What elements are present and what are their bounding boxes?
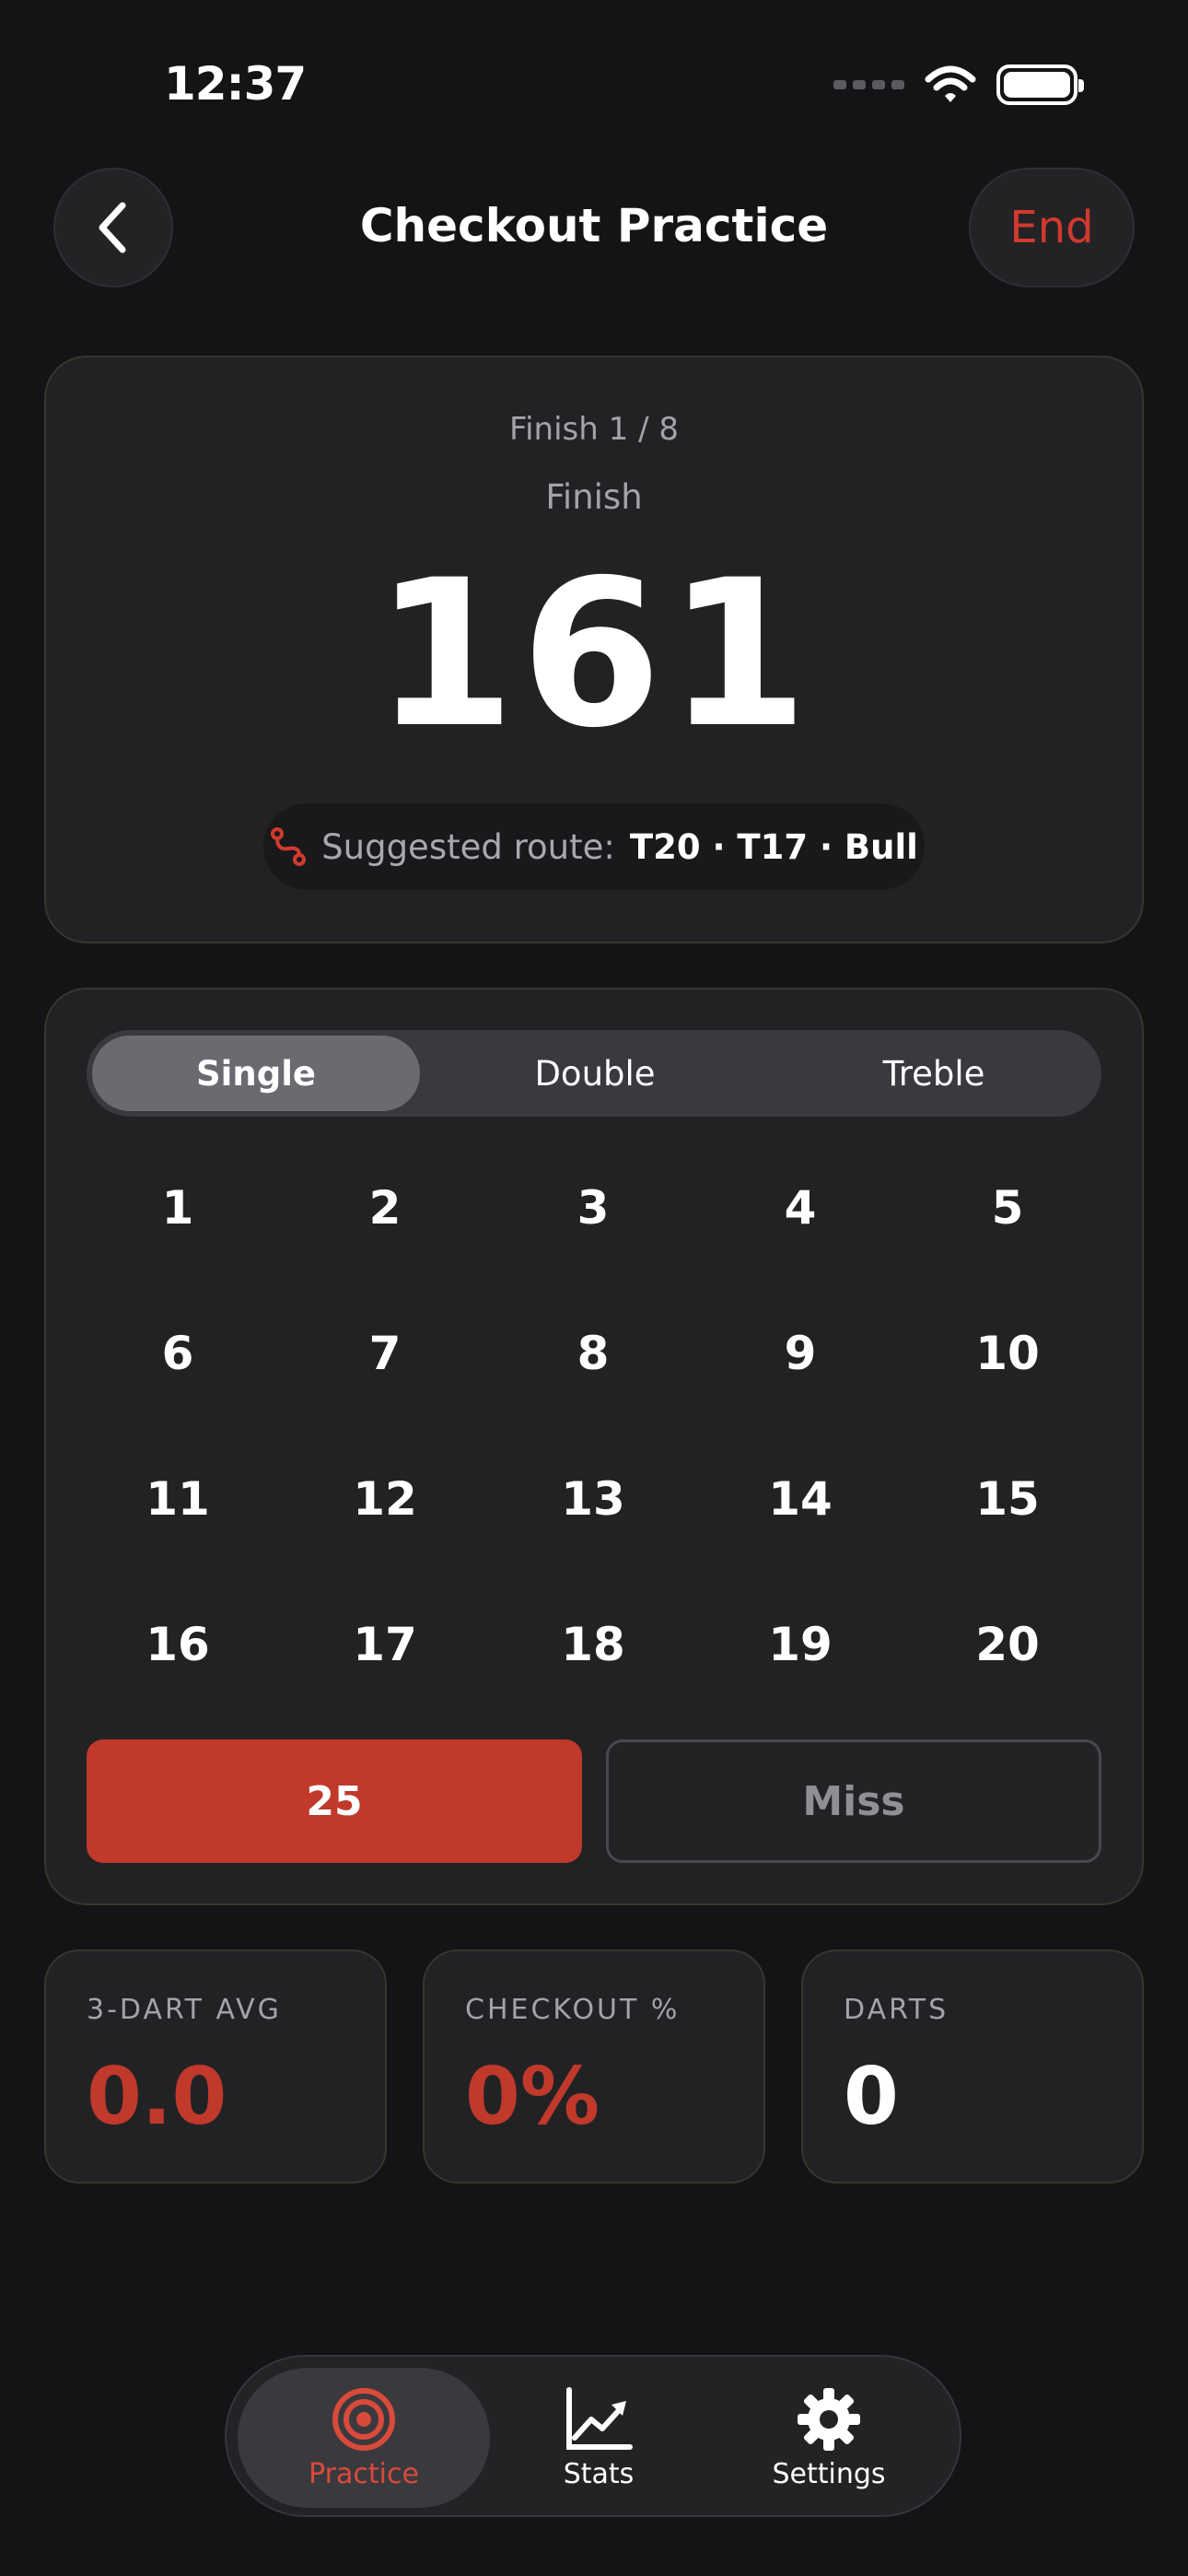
- stat-checkout-percent: CHECKOUT % 0%: [423, 1950, 765, 2184]
- segment-treble[interactable]: Treble: [770, 1036, 1098, 1111]
- status-time: 12:37: [164, 57, 307, 111]
- stat-value: 0.0: [87, 2051, 227, 2143]
- segment-double[interactable]: Double: [431, 1036, 759, 1111]
- number-key-2[interactable]: 2: [311, 1153, 459, 1263]
- stat-label: DARTS: [844, 1994, 949, 2026]
- suggested-route: Suggested route: T20 · T17 · Bull: [263, 803, 925, 890]
- status-indicators: [833, 64, 1084, 105]
- number-key-12[interactable]: 12: [311, 1444, 459, 1554]
- number-key-10[interactable]: 10: [934, 1298, 1081, 1409]
- number-key-6[interactable]: 6: [104, 1298, 251, 1409]
- chart-icon: [566, 2386, 633, 2450]
- stat-label: 3-DART AVG: [87, 1994, 282, 2026]
- tab-bar: Practice Stats Settings: [225, 2355, 961, 2517]
- tab-label: Stats: [563, 2457, 635, 2490]
- number-key-5[interactable]: 5: [934, 1153, 1081, 1263]
- stat-darts: DARTS 0: [801, 1950, 1144, 2184]
- tab-settings[interactable]: Settings: [707, 2368, 950, 2508]
- stat-label: CHECKOUT %: [465, 1994, 681, 2026]
- bull-25-button[interactable]: 25: [87, 1739, 582, 1863]
- checkout-practice-screen: 12:37 Checkout Practice End Finish 1 / 8…: [0, 0, 1188, 2576]
- number-key-19[interactable]: 19: [727, 1589, 874, 1700]
- stat-value: 0%: [465, 2051, 600, 2143]
- number-key-15[interactable]: 15: [934, 1444, 1081, 1554]
- wifi-icon: [925, 65, 976, 102]
- finish-label: Finish: [545, 477, 643, 517]
- stat-value: 0: [844, 2051, 899, 2143]
- tab-stats[interactable]: Stats: [490, 2368, 707, 2508]
- number-key-16[interactable]: 16: [104, 1589, 251, 1700]
- route-value: T20 · T17 · Bull: [629, 826, 918, 867]
- tab-practice[interactable]: Practice: [238, 2368, 490, 2508]
- number-key-18[interactable]: 18: [519, 1589, 667, 1700]
- number-key-7[interactable]: 7: [311, 1298, 459, 1409]
- end-button[interactable]: End: [969, 168, 1135, 287]
- number-key-9[interactable]: 9: [727, 1298, 874, 1409]
- finish-progress: Finish 1 / 8: [509, 411, 679, 448]
- number-key-13[interactable]: 13: [519, 1444, 667, 1554]
- number-key-11[interactable]: 11: [104, 1444, 251, 1554]
- route-prefix: Suggested route:: [321, 826, 615, 867]
- gear-icon: [798, 2387, 860, 2451]
- tab-label: Settings: [772, 2457, 886, 2490]
- number-key-3[interactable]: 3: [519, 1153, 667, 1263]
- route-icon: [271, 827, 307, 866]
- stat-three-dart-avg: 3-DART AVG 0.0: [44, 1950, 387, 2184]
- segment-single[interactable]: Single: [92, 1036, 420, 1111]
- number-key-17[interactable]: 17: [311, 1589, 459, 1700]
- number-key-1[interactable]: 1: [104, 1153, 251, 1263]
- miss-button[interactable]: Miss: [606, 1739, 1101, 1863]
- number-key-14[interactable]: 14: [727, 1444, 874, 1554]
- target-icon: [332, 2387, 395, 2451]
- cellular-signal-icon: [833, 80, 904, 89]
- remaining-score: 161: [374, 536, 814, 772]
- number-key-20[interactable]: 20: [934, 1589, 1081, 1700]
- number-key-4[interactable]: 4: [727, 1153, 874, 1263]
- tab-label: Practice: [309, 2457, 419, 2490]
- multiplier-selector: Single Double Treble: [87, 1030, 1101, 1117]
- number-key-8[interactable]: 8: [519, 1298, 667, 1409]
- battery-icon: [996, 64, 1084, 105]
